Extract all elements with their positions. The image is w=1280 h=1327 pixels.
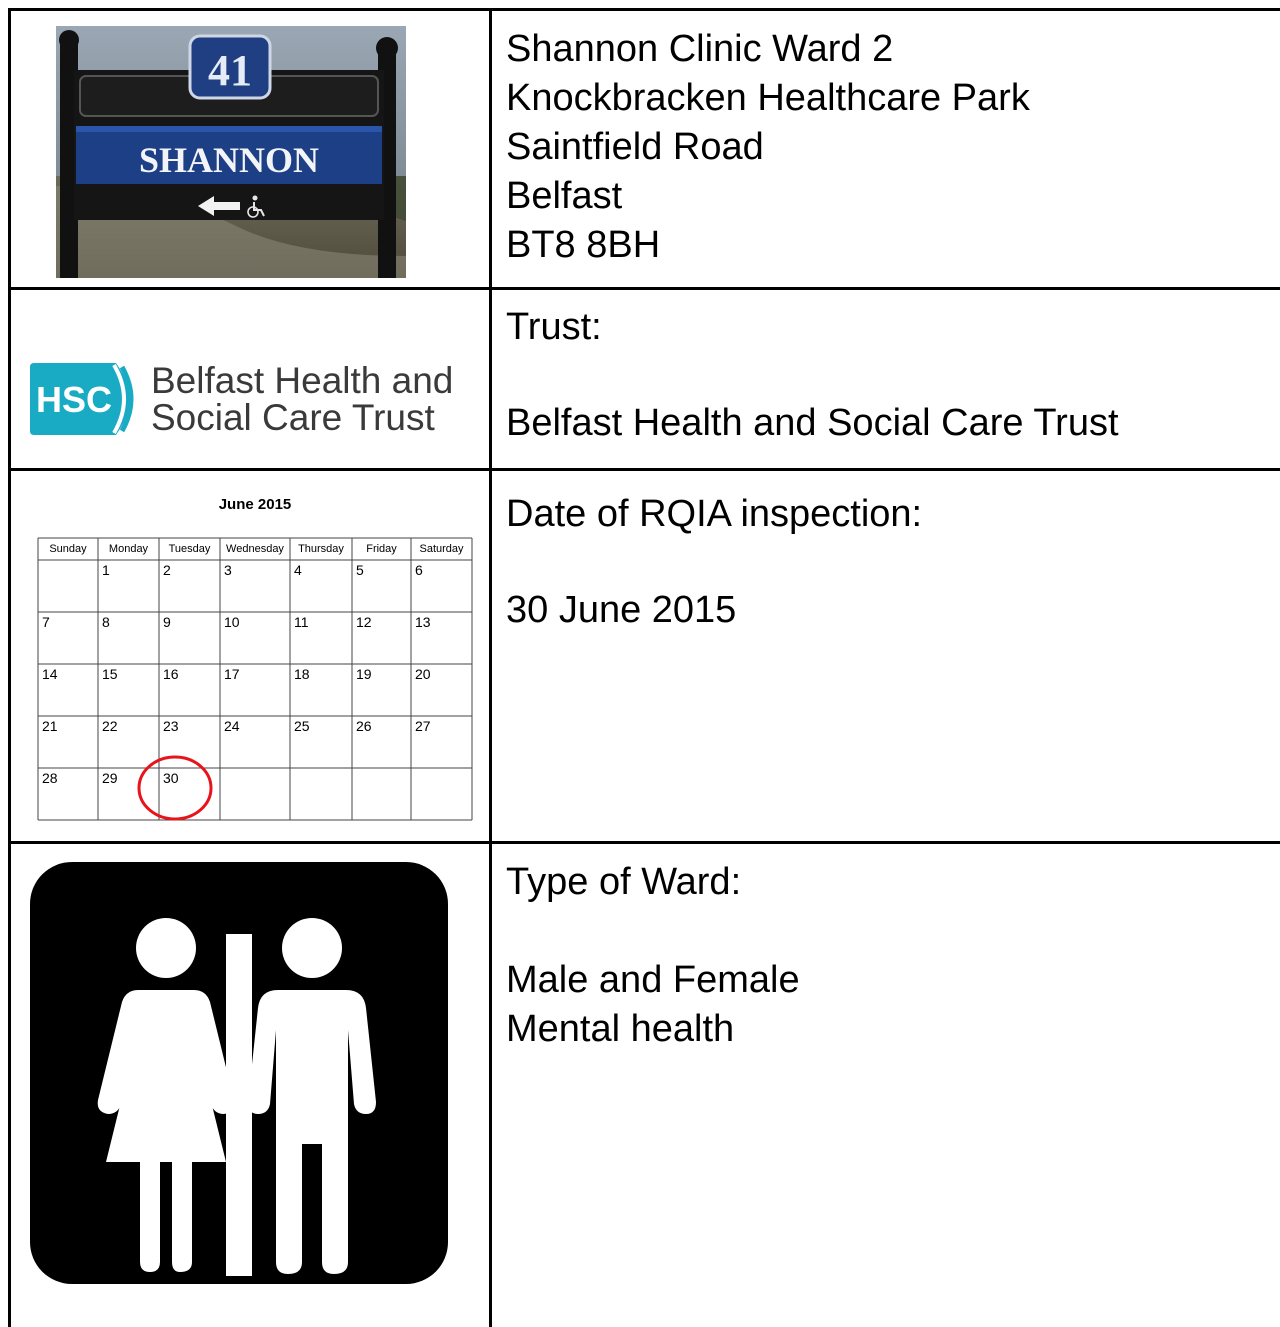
calendar-day: 26 [356,718,372,734]
calendar-day: 12 [356,614,372,630]
calendar-day: 24 [224,718,240,734]
calendar-weekday-header: Monday [108,543,149,555]
address-line-1: Shannon Clinic Ward 2 [506,28,894,70]
trust-label: Trust: [506,306,602,348]
calendar-day: 1 [102,562,110,578]
inspection-summary-table: 41 SHANNON Shannon Clinic Ward 2 Knockbr… [0,0,1280,1327]
calendar-day: 5 [356,562,364,578]
highlight-circle [137,755,213,821]
ward-type-line-2: Mental health [506,1008,735,1050]
restroom-male-female-icon [30,862,448,1284]
calendar-day: 23 [163,718,179,734]
calendar-day: 21 [42,718,58,734]
address-line-3: Saintfield Road [506,126,764,168]
calendar-day: 20 [415,666,431,682]
calendar-day: 3 [224,562,232,578]
inspection-date-label: Date of RQIA inspection: [506,493,923,535]
calendar-day: 7 [42,614,50,630]
calendar-day: 14 [42,666,58,682]
calendar-weekday-header: Sunday [49,543,87,555]
calendar-day: 8 [102,614,110,630]
address-line-5: BT8 8BH [506,224,661,266]
calendar-day: 11 [294,614,309,630]
calendar-day: 16 [163,666,179,682]
calendar-day: 13 [415,614,431,630]
ward-type-line-1: Male and Female [506,959,800,1001]
calendar-weekday-header: Tuesday [168,543,211,555]
calendar-day: 27 [415,718,431,734]
calendar-weekday-header: Thursday [298,543,344,555]
calendar-day: 29 [102,770,118,786]
calendar-day: 2 [163,562,171,578]
calendar-grid [37,537,473,821]
calendar-day: 19 [356,666,372,682]
calendar-day: 18 [294,666,310,682]
address-line-4: Belfast [506,175,623,217]
inspection-date-value: 30 June 2015 [506,589,737,631]
calendar-weekday-header: Wednesday [226,543,284,555]
calendar-weekday-header: Saturday [419,543,464,555]
trust-value: Belfast Health and Social Care Trust [506,402,1119,444]
calendar-day: 17 [224,666,240,682]
calendar-day: 4 [294,562,302,578]
calendar-day: 28 [42,770,58,786]
calendar-day: 10 [224,614,240,630]
row-divider-3 [8,841,1280,844]
ward-type-label: Type of Ward: [506,861,742,903]
calendar-day: 6 [415,562,423,578]
calendar-day: 22 [102,718,118,734]
address-line-2: Knockbracken Healthcare Park [506,77,1030,119]
calendar-weekday-header: Friday [366,543,397,555]
calendar-day: 25 [294,718,310,734]
calendar-day: 9 [163,614,171,630]
calendar-day: 15 [102,666,118,682]
